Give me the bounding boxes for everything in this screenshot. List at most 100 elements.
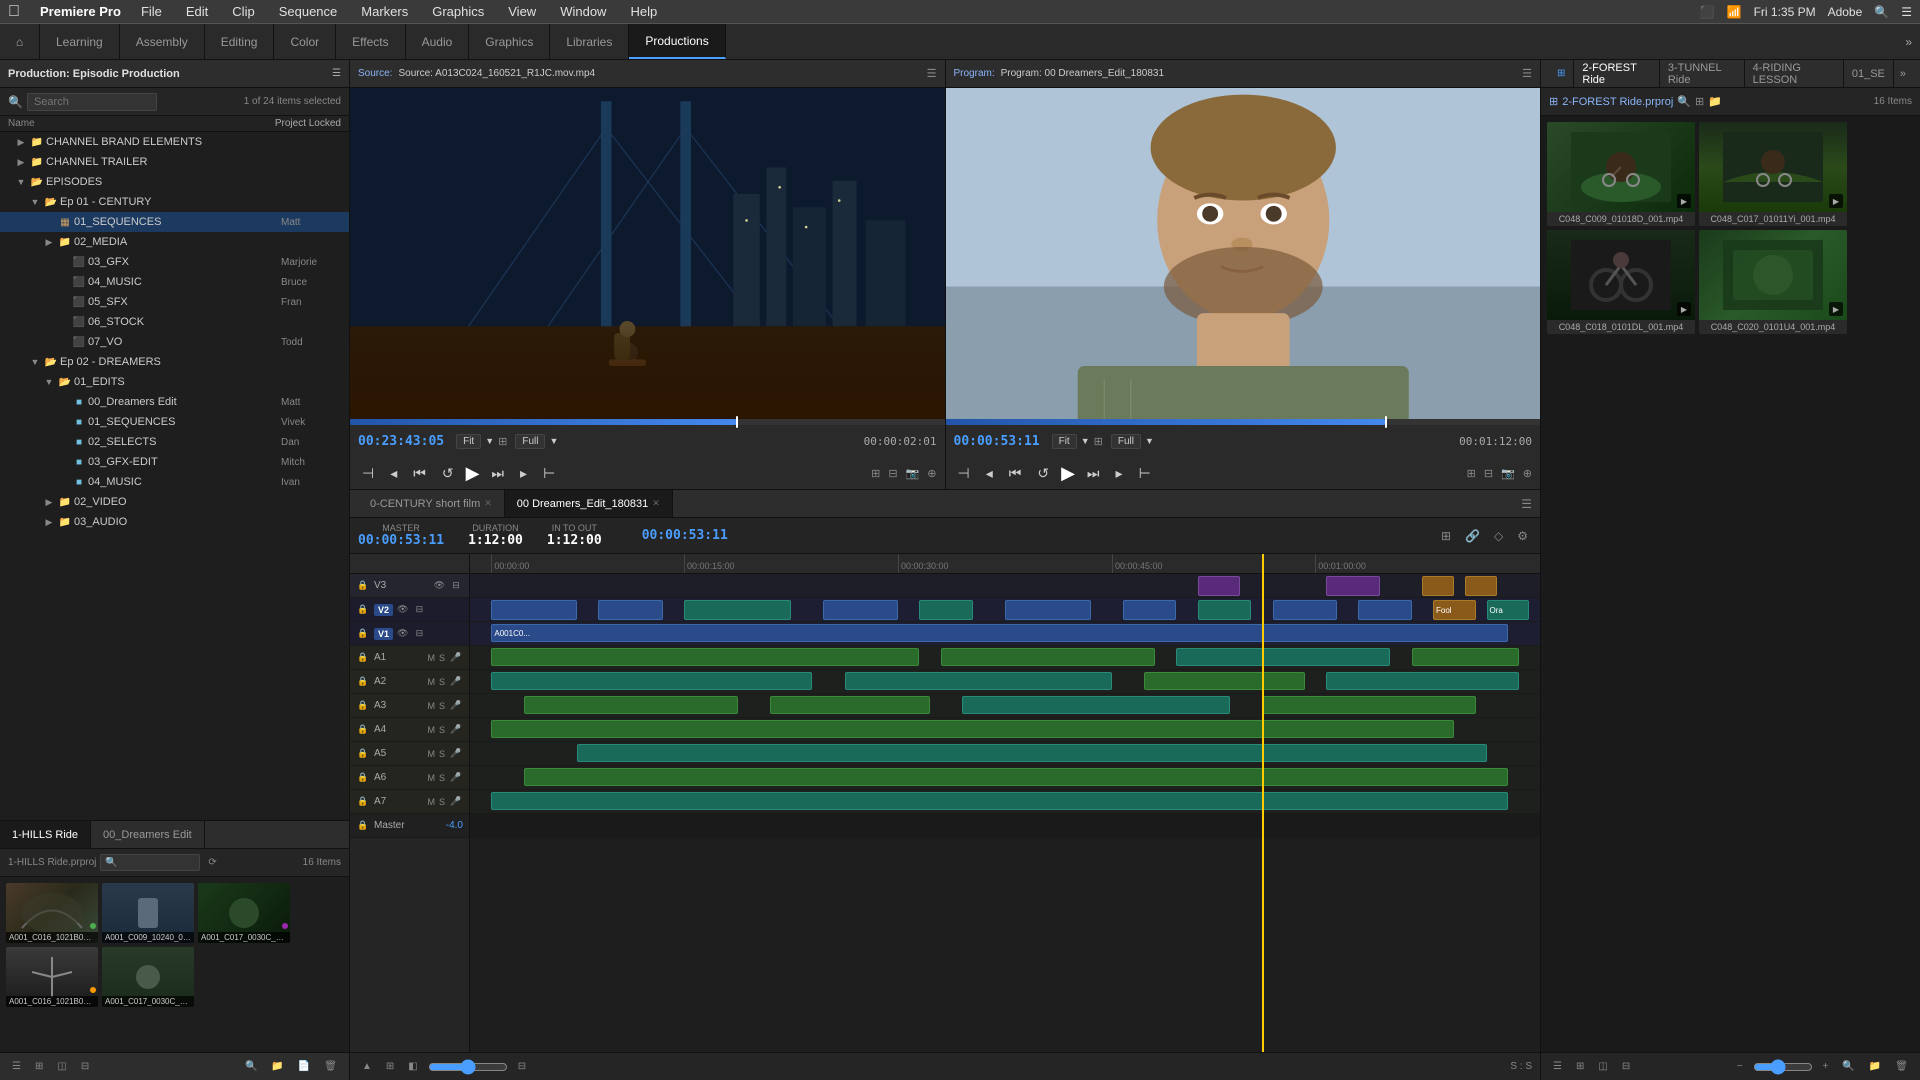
tl-tool-1[interactable]: ▲: [358, 1059, 376, 1074]
tree-item-channel-brand[interactable]: ▶ 📁 CHANNEL BRAND ELEMENTS: [0, 132, 349, 152]
tab-graphics[interactable]: Graphics: [469, 24, 550, 59]
mark-out-btn[interactable]: ⊢: [539, 463, 559, 484]
r-freeform-view[interactable]: ◫: [1594, 1059, 1611, 1074]
export-frame-btn[interactable]: 📷: [906, 467, 920, 480]
clip-a1-3[interactable]: [1176, 648, 1390, 666]
prev-edit-btn[interactable]: ⏮: [409, 463, 430, 484]
next-edit-btn[interactable]: ⏭: [487, 463, 508, 484]
new-item-btn[interactable]: 📄: [294, 1059, 314, 1074]
step-fwd-btn-prog[interactable]: ▸: [1112, 463, 1127, 484]
track-lock-a7[interactable]: 🔒: [356, 796, 370, 807]
track-row-a7[interactable]: [470, 790, 1540, 814]
tab-color[interactable]: Color: [274, 24, 336, 59]
bin-tab-dreamers[interactable]: 00_Dreamers Edit: [91, 821, 205, 848]
track-lock-a1[interactable]: 🔒: [356, 652, 370, 663]
tl-tab-century[interactable]: 0-CENTURY short film ✕: [358, 490, 505, 517]
track-mic-a3[interactable]: 🎤: [449, 700, 463, 711]
source-menu-icon[interactable]: ☰: [927, 67, 937, 80]
bin-item[interactable]: ▶ C048_C018_0101DL_001.mp4: [1547, 230, 1695, 334]
track-lock-a6[interactable]: 🔒: [356, 772, 370, 783]
track-menu-v2[interactable]: ⊟: [412, 604, 426, 615]
clip-a5-main[interactable]: [577, 744, 1487, 762]
tab-editing[interactable]: Editing: [205, 24, 275, 59]
tl-tab-dreamers[interactable]: 00 Dreamers_Edit_180831 ✕: [505, 490, 673, 517]
expand-arrow[interactable]: ▶: [14, 137, 28, 148]
expand-arrow[interactable]: ▶: [42, 517, 56, 528]
track-lock-a5[interactable]: 🔒: [356, 748, 370, 759]
track-row-a2[interactable]: [470, 670, 1540, 694]
source-playbar[interactable]: [350, 419, 945, 425]
track-eye-v3[interactable]: 👁: [434, 580, 445, 591]
track-lock-a3[interactable]: 🔒: [356, 700, 370, 711]
bin-item[interactable]: ▶ C048_C020_0101U4_001.mp4: [1699, 230, 1847, 334]
program-full-dropdown[interactable]: Full: [1111, 434, 1141, 449]
r-zoom-out[interactable]: −: [1733, 1059, 1747, 1074]
source-fit-arrow[interactable]: ▼: [485, 436, 494, 446]
source-full-dropdown[interactable]: Full: [515, 434, 545, 449]
track-lock-v2[interactable]: 🔒: [356, 604, 370, 615]
tree-item-episodes[interactable]: ▼ 📂 EPISODES: [0, 172, 349, 192]
notification-icon[interactable]: ☰: [1901, 5, 1912, 19]
program-fit-dropdown[interactable]: Fit: [1052, 434, 1077, 449]
tab-3-tunnel[interactable]: 3-TUNNEL Ride: [1660, 60, 1745, 87]
clip-a1-4[interactable]: [1412, 648, 1519, 666]
icon-view-btn[interactable]: ⊞: [31, 1059, 47, 1074]
track-lock-v1[interactable]: 🔒: [356, 628, 370, 639]
menu-sequence[interactable]: Sequence: [275, 4, 342, 19]
search-btn[interactable]: 🔍: [241, 1059, 261, 1074]
source-fit-dropdown[interactable]: Fit: [456, 434, 481, 449]
extract-btn[interactable]: ⊟: [1484, 467, 1493, 480]
timeline-menu-icon[interactable]: ☰: [1521, 497, 1532, 511]
r-icon-view[interactable]: ⊞: [1572, 1059, 1588, 1074]
sort-btn[interactable]: ⊟: [77, 1059, 93, 1074]
clip-a2-1[interactable]: [491, 672, 812, 690]
track-row-v2[interactable]: Fool Ora: [470, 598, 1540, 622]
close-dreamers-tab[interactable]: ✕: [652, 498, 660, 509]
menu-view[interactable]: View: [504, 4, 540, 19]
tree-item-ep02[interactable]: ▼ 📂 Ep 02 - DREAMERS: [0, 352, 349, 372]
close-century-tab[interactable]: ✕: [484, 498, 492, 509]
bin-thumb-item[interactable]: A001_C016_1021B0_001.mp4: [6, 883, 98, 943]
track-row-master[interactable]: [470, 814, 1540, 838]
source-full-arrow[interactable]: ▼: [549, 436, 558, 446]
tab-01-se[interactable]: 01_SE: [1844, 60, 1894, 87]
delete-btn[interactable]: 🗑: [320, 1059, 341, 1074]
tree-item-channel-trailer[interactable]: ▶ 📁 CHANNEL TRAILER: [0, 152, 349, 172]
bin-search-input[interactable]: [100, 854, 200, 871]
add-prog-btn[interactable]: ⊕: [1523, 467, 1532, 480]
clip-v3-2[interactable]: [1326, 576, 1380, 596]
mark-in-btn[interactable]: ⊣: [358, 463, 378, 484]
menu-file[interactable]: File: [137, 4, 166, 19]
source-zoom-icon[interactable]: ⊞: [498, 435, 507, 448]
program-menu-icon[interactable]: ☰: [1522, 67, 1532, 80]
bin-item[interactable]: ▶ C048_C017_01011Yi_001.mp4: [1699, 122, 1847, 226]
search-menu-icon[interactable]: 🔍: [1874, 5, 1889, 19]
forest-tab-icon[interactable]: ⊞: [1549, 60, 1574, 87]
timeline-zoom-slider[interactable]: [428, 1059, 508, 1075]
menu-markers[interactable]: Markers: [357, 4, 412, 19]
tree-item-ep01[interactable]: ▼ 📂 Ep 01 - CENTURY: [0, 192, 349, 212]
track-row-a4[interactable]: [470, 718, 1540, 742]
track-row-a6[interactable]: [470, 766, 1540, 790]
new-folder-btn[interactable]: 📁: [267, 1059, 287, 1074]
search-bin-icon[interactable]: 🔍: [1677, 95, 1691, 108]
tree-item-sfx[interactable]: ⬛ 05_SFX Fran: [0, 292, 349, 312]
tree-item-edits[interactable]: ▼ 📂 01_EDITS: [0, 372, 349, 392]
tab-2-forest[interactable]: 2-FOREST Ride: [1574, 60, 1659, 87]
track-eye-v1[interactable]: 👁: [397, 628, 408, 639]
clip-a4-main[interactable]: [491, 720, 1454, 738]
prev-edit-btn-prog[interactable]: ⏮: [1005, 463, 1026, 484]
add-markers-btn[interactable]: ◇: [1490, 527, 1507, 545]
more-workspaces-button[interactable]: »: [1897, 35, 1920, 49]
tree-item-gfx[interactable]: ⬛ 03_GFX Marjorie: [0, 252, 349, 272]
lift-btn[interactable]: ⊞: [1467, 467, 1476, 480]
tree-item-dreamers-edit[interactable]: ■ 00_Dreamers Edit Matt: [0, 392, 349, 412]
menu-edit[interactable]: Edit: [182, 4, 212, 19]
bin-thumb-item[interactable]: A001_C016_1021B0_001.mp4: [6, 947, 98, 1007]
expand-arrow[interactable]: ▼: [28, 197, 42, 207]
bin-item[interactable]: ▶ C048_C009_01018D_001.mp4: [1547, 122, 1695, 226]
menu-graphics[interactable]: Graphics: [428, 4, 488, 19]
menu-clip[interactable]: Clip: [228, 4, 258, 19]
expand-arrow[interactable]: ▶: [14, 157, 28, 168]
program-fit-arrow[interactable]: ▼: [1081, 436, 1090, 446]
